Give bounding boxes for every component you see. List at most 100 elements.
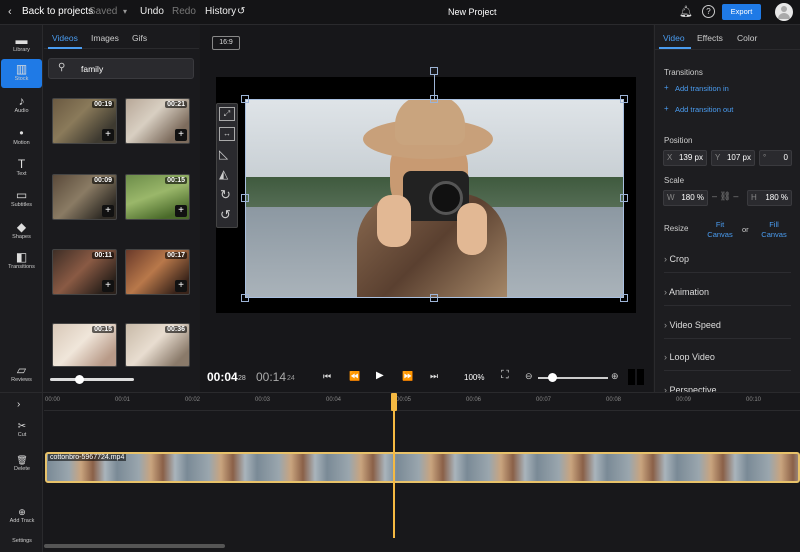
cut-button[interactable]: ✂ Cut — [4, 421, 40, 438]
rotate-handle[interactable] — [430, 67, 438, 75]
loop-video-section[interactable]: › Loop Video — [664, 352, 791, 371]
video-thumbnail[interactable]: 00:11 + — [52, 249, 117, 295]
zoom-out-icon[interactable]: ⊖ — [525, 371, 533, 382]
zoom-level[interactable]: 100% — [464, 373, 484, 382]
scale-height-field[interactable]: H 180 % — [747, 190, 792, 206]
add-icon[interactable]: + — [175, 280, 187, 292]
back-arrow-icon[interactable]: ‹ — [8, 6, 12, 18]
settings-button[interactable]: Settings — [4, 538, 40, 544]
rail-library[interactable]: ▬ Library — [1, 34, 42, 54]
history-icon[interactable]: ↺ — [237, 6, 245, 17]
forward-icon[interactable]: ⏩ — [402, 371, 413, 382]
add-icon[interactable]: + — [102, 280, 114, 292]
video-clip[interactable]: cottonbro-5967724.mp4 — [45, 452, 800, 483]
video-thumbnail[interactable]: 00:19 + — [52, 98, 117, 144]
tab-video[interactable]: Video — [663, 33, 685, 43]
play-icon[interactable]: ▶ — [376, 370, 384, 381]
selection-box[interactable] — [245, 99, 624, 298]
tab-color[interactable]: Color — [737, 33, 757, 43]
fit-canvas-link[interactable]: Fit Canvas — [705, 220, 735, 240]
playhead-line[interactable] — [393, 407, 395, 538]
split-view-icon[interactable] — [628, 369, 635, 385]
add-icon[interactable]: + — [102, 129, 114, 141]
delete-button[interactable]: 🗑︎ Delete — [4, 455, 40, 472]
back-to-projects-link[interactable]: Back to projects — [22, 6, 93, 17]
scale-height-value[interactable]: 180 % — [765, 191, 788, 205]
project-title[interactable]: New Project — [448, 7, 497, 17]
flip-horizontal-icon[interactable]: ◭ — [219, 167, 228, 181]
stretch-icon[interactable]: ↔ — [219, 127, 235, 141]
position-y-field[interactable]: Y 107 px — [711, 150, 755, 166]
video-speed-section[interactable]: › Video Speed — [664, 320, 791, 339]
rotate-right-icon[interactable]: ↻ — [220, 187, 231, 203]
add-track-button[interactable]: ⊕ Add Track — [4, 507, 40, 524]
video-thumbnail[interactable]: 00:21 + — [125, 98, 190, 144]
zoom-in-icon[interactable]: ⊕ — [611, 371, 619, 382]
slider-handle[interactable] — [75, 375, 84, 384]
scale-width-field[interactable]: W 180 % — [663, 190, 708, 206]
position-y-value[interactable]: 107 px — [727, 151, 751, 165]
tab-effects[interactable]: Effects — [697, 33, 723, 43]
avatar[interactable] — [775, 3, 793, 21]
zoom-slider-handle[interactable] — [548, 373, 557, 382]
resize-handle[interactable] — [241, 294, 249, 302]
add-transition-out-icon[interactable]: + — [664, 104, 669, 113]
history-button[interactable]: History — [205, 6, 236, 17]
aspect-ratio-button[interactable]: 16:9 — [212, 36, 240, 50]
resize-handle[interactable] — [241, 194, 249, 202]
rotation-value[interactable]: 0 — [784, 151, 788, 165]
video-thumbnail[interactable]: 00:36 — [125, 323, 190, 367]
thumbnail-size-slider[interactable] — [50, 375, 134, 384]
rail-subtitles[interactable]: ▭ Subtitles — [1, 189, 42, 209]
search-field[interactable]: ⚲ family — [48, 58, 194, 79]
chevron-right-icon[interactable]: › — [17, 399, 20, 410]
rail-text[interactable]: T Text — [1, 158, 42, 178]
add-transition-in-icon[interactable]: + — [664, 83, 669, 92]
animation-section[interactable]: › Animation — [664, 287, 791, 306]
tab-videos[interactable]: Videos — [52, 33, 78, 43]
rail-motion[interactable]: • Motion — [1, 127, 42, 147]
resize-handle[interactable] — [620, 194, 628, 202]
bell-icon[interactable]: 🔔︎ — [679, 5, 693, 18]
zoom-slider[interactable] — [538, 373, 608, 382]
crop-section[interactable]: › Crop — [664, 254, 791, 273]
video-thumbnail[interactable]: 00:17 + — [125, 249, 190, 295]
position-x-value[interactable]: 139 px — [679, 151, 703, 165]
add-transition-in-link[interactable]: Add transition in — [675, 84, 729, 93]
rewind-icon[interactable]: ⏪ — [349, 371, 360, 382]
timeline-scrollbar[interactable] — [44, 544, 225, 548]
fill-canvas-link[interactable]: Fill Canvas — [758, 220, 790, 240]
export-button[interactable]: Export — [722, 4, 761, 20]
undo-button[interactable]: Undo — [140, 6, 164, 17]
rail-audio[interactable]: ♪ Audio — [1, 95, 42, 115]
tab-images[interactable]: Images — [91, 33, 119, 43]
fit-icon[interactable]: ⤢ — [219, 107, 235, 121]
redo-button[interactable]: Redo — [172, 6, 196, 17]
time-ruler[interactable]: 00:00 00:01 00:02 00:03 00:04 00:05 00:0… — [44, 393, 800, 411]
rail-transitions[interactable]: ◧ Transitions — [1, 251, 42, 271]
resize-handle[interactable] — [241, 95, 249, 103]
chevron-down-icon[interactable]: ▾ — [123, 7, 127, 16]
resize-handle[interactable] — [620, 294, 628, 302]
fullscreen-icon[interactable]: ⛶ — [501, 369, 509, 382]
resize-handle[interactable] — [430, 294, 438, 302]
rail-shapes[interactable]: ◆ Shapes — [1, 221, 42, 241]
tab-gifs[interactable]: Gifs — [132, 33, 147, 43]
skip-start-icon[interactable]: ⏮ — [323, 371, 331, 382]
resize-handle[interactable] — [620, 95, 628, 103]
add-transition-out-link[interactable]: Add transition out — [675, 105, 733, 114]
rotate-left-icon[interactable]: ↺ — [220, 207, 231, 223]
rotation-field[interactable]: ° 0 — [759, 150, 792, 166]
rail-stock[interactable]: ▥ Stock — [1, 59, 42, 88]
resize-handle[interactable] — [430, 95, 438, 103]
scale-width-value[interactable]: 180 % — [681, 191, 704, 205]
video-thumbnail[interactable]: 00:15 — [52, 323, 117, 367]
search-input[interactable]: family — [81, 64, 103, 74]
help-icon[interactable]: ? — [702, 5, 715, 18]
video-thumbnail[interactable]: 00:15 + — [125, 174, 190, 220]
add-icon[interactable]: + — [102, 205, 114, 217]
link-icon[interactable]: – ⛓ – — [712, 191, 738, 202]
add-icon[interactable]: + — [175, 205, 187, 217]
position-x-field[interactable]: X 139 px — [663, 150, 707, 166]
flip-vertical-icon[interactable]: ◺ — [219, 147, 228, 161]
